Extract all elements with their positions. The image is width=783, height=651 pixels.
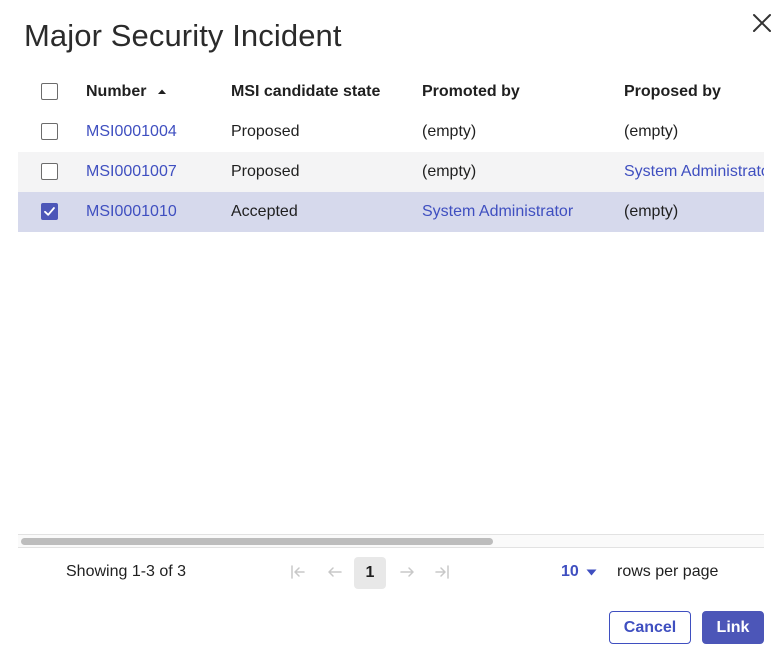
caret-down-icon [586,569,597,575]
column-header-proposed-by[interactable]: Proposed by [624,83,721,101]
row-checkbox[interactable] [41,123,59,141]
proposed-by: (empty) [624,123,679,140]
record-number-link[interactable]: MSI0001004 [86,123,177,141]
candidate-state: Proposed [231,163,300,180]
close-icon [753,14,771,32]
checkmark-icon [44,207,55,216]
sort-ascending-icon [157,89,166,94]
records-table: Number MSI candidate state Promoted by P… [18,72,764,542]
column-header-promoted-by[interactable]: Promoted by [422,83,520,101]
close-button[interactable] [749,10,775,36]
record-number-link[interactable]: MSI0001010 [86,203,177,221]
column-header-state[interactable]: MSI candidate state [231,83,380,101]
promoted-by: (empty) [422,163,477,180]
promoted-by-link[interactable]: System Administrator [422,203,573,221]
showing-count: Showing 1-3 of 3 [66,563,187,580]
scrollbar-thumb[interactable] [21,538,493,545]
table-row-selected: MSI0001010 Accepted System Administrator… [18,192,764,232]
first-page-icon[interactable] [289,563,307,581]
rows-per-page-value: 10 [561,563,579,580]
dialog-title: Major Security Incident [24,18,342,53]
table-row: MSI0001004 Proposed (empty) (empty) [18,112,764,152]
record-number-link[interactable]: MSI0001007 [86,163,177,181]
column-header-number-label: Number [86,83,147,100]
next-page-icon[interactable] [398,563,416,581]
rows-per-page-label: rows per page [617,563,719,580]
rows-per-page-select[interactable]: 10 [561,563,597,581]
candidate-state: Accepted [231,203,298,220]
row-checkbox[interactable] [41,163,59,181]
table-header-row: Number MSI candidate state Promoted by P… [18,72,764,112]
proposed-by-link[interactable]: System Administrator [624,163,764,181]
select-all-checkbox[interactable] [41,83,59,101]
proposed-by: (empty) [624,203,679,220]
promoted-by: (empty) [422,123,477,140]
previous-page-icon[interactable] [326,563,344,581]
table-row: MSI0001007 Proposed (empty) System Admin… [18,152,764,192]
column-header-number[interactable]: Number [86,83,167,101]
candidate-state: Proposed [231,123,300,140]
last-page-icon[interactable] [433,563,451,581]
major-security-incident-dialog: Major Security Incident Number MSI candi… [0,0,783,651]
row-checkbox-checked[interactable] [41,203,59,221]
horizontal-scrollbar[interactable] [18,534,764,548]
link-button[interactable]: Link [702,611,764,644]
current-page-button[interactable]: 1 [354,557,386,589]
cancel-button[interactable]: Cancel [609,611,691,644]
